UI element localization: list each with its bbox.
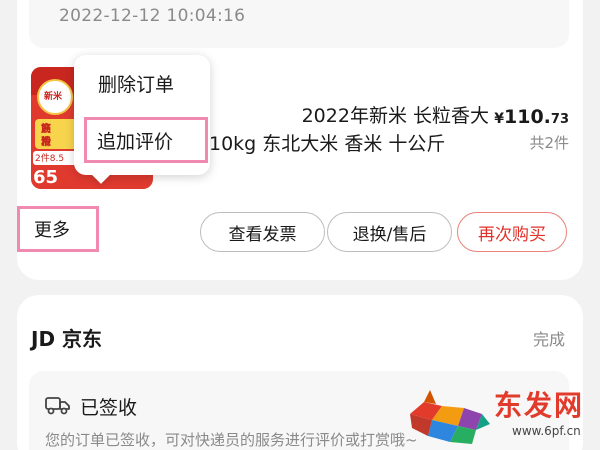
view-invoice-button[interactable]: 查看发票: [200, 212, 325, 252]
truck-icon: [45, 397, 70, 415]
return-service-button[interactable]: 退换/售后: [327, 212, 452, 252]
delete-order-menu-item[interactable]: 删除订单: [98, 70, 174, 97]
more-button[interactable]: 更多: [17, 206, 99, 252]
thumbnail-badge: 新米: [37, 79, 73, 115]
price-decimal: 73: [550, 112, 569, 127]
watermark-name: 东发网: [494, 389, 585, 422]
more-popup-menu: 删除订单 追加评价: [74, 55, 210, 184]
buy-again-button[interactable]: 再次购买: [457, 212, 567, 252]
product-title[interactable]: 2022年新米 长粒香大 10kg 东北大米 香米 十公斤: [177, 102, 507, 158]
delivery-description: 您的订单已签收，可对快递员的服务进行评价或打赏哦~: [45, 431, 418, 449]
store-name[interactable]: JD 京东: [31, 323, 102, 352]
product-price: ¥110.73: [494, 106, 569, 128]
watermark: 东发网 www.6pf.cn: [402, 384, 598, 450]
price-symbol: ¥: [494, 111, 505, 127]
delivery-status: 已签收: [80, 397, 138, 419]
thumbnail-price: 65: [33, 167, 59, 188]
watermark-url: www.6pf.cn: [512, 424, 581, 438]
product-title-line2: 10kg 东北大米 香米 十公斤: [209, 133, 446, 155]
order-time-box: 2022-12-12 10:04:16: [29, 0, 569, 48]
order-status: 完成: [532, 330, 565, 349]
bull-logo-icon: [410, 390, 490, 444]
price-integer: 110.: [504, 106, 551, 128]
product-quantity: 共2件: [529, 134, 569, 152]
order-timestamp: 2022-12-12 10:04:16: [59, 6, 246, 26]
order-card: 2022-12-12 10:04:16 新米 筋粮 爽滑 2件8.5 65 202…: [17, 0, 583, 280]
add-review-menu-item[interactable]: 追加评价: [84, 117, 208, 163]
product-title-line1: 2022年新米 长粒香大: [301, 105, 489, 127]
